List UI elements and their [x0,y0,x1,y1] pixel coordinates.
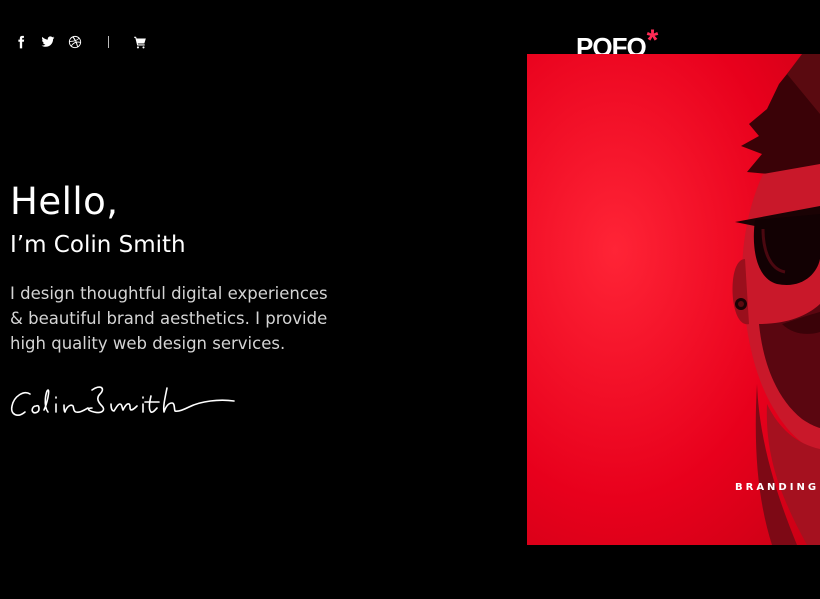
twitter-icon[interactable] [39,33,57,51]
cart-icon[interactable] [131,33,149,51]
portrait-illustration [732,54,820,545]
category-label: BRANDING [735,482,820,493]
hero-greeting: Hello, [10,180,119,223]
facebook-icon[interactable] [12,33,30,51]
header-divider [108,36,109,48]
dribbble-icon[interactable] [66,33,84,51]
top-bar [12,33,149,51]
portfolio-image[interactable]: BRANDING [527,54,820,545]
logo-star-icon: * [646,24,659,57]
hero-intro: I design thoughtful digital experiences … [10,284,328,353]
hero-name: I’m Colin Smith [10,232,186,258]
social-links [12,33,84,51]
signature-image [10,386,235,416]
